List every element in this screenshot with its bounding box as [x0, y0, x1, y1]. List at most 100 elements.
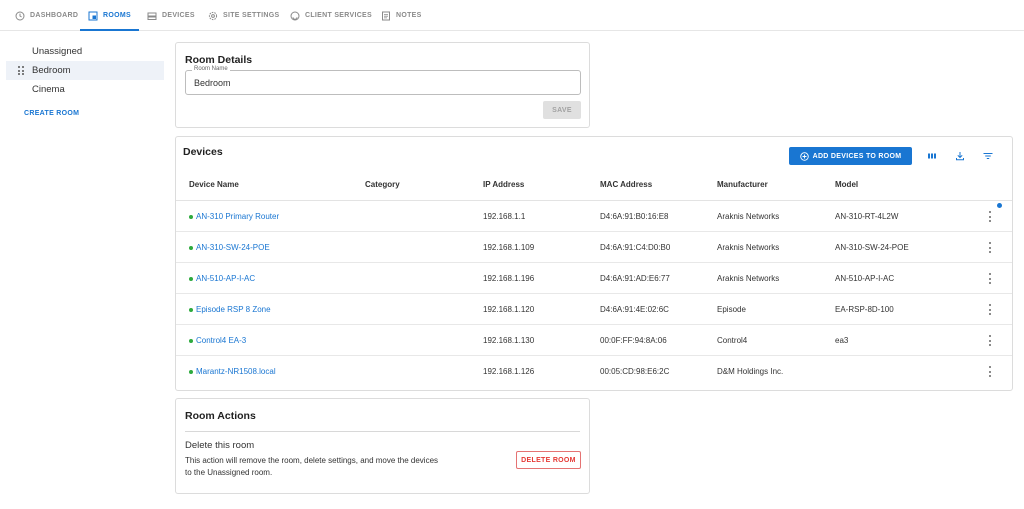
- table-row[interactable]: Marantz-NR1508.local 192.168.1.126 00:05:C…: [176, 356, 1012, 387]
- room-actions-title: Room Actions: [185, 410, 256, 422]
- device-model: ea3: [835, 336, 849, 345]
- device-ip: 192.168.1.126: [483, 367, 535, 376]
- column-header-ip[interactable]: IP Address: [483, 180, 524, 189]
- room-details-title: Room Details: [185, 54, 253, 66]
- device-model: AN-310-SW-24-POE: [835, 243, 909, 252]
- device-manufacturer: Episode: [717, 305, 746, 314]
- device-model: AN-510-AP-I-AC: [835, 274, 895, 283]
- more-options-icon[interactable]: [988, 335, 992, 346]
- tab-client-services-label: CLIENT SERVICES: [305, 12, 372, 19]
- tab-rooms-label: ROOMS: [103, 12, 131, 19]
- room-icon: [88, 11, 98, 20]
- device-manufacturer: Control4: [717, 336, 748, 345]
- status-online-icon: [189, 308, 193, 312]
- device-name-link[interactable]: AN-510-AP-I-AC: [196, 274, 255, 283]
- device-mac: 00:05:CD:98:E6:2C: [600, 367, 670, 376]
- device-name-link[interactable]: Control4 EA-3: [196, 336, 246, 345]
- device-name-link[interactable]: AN-310 Primary Router: [196, 212, 279, 221]
- table-row[interactable]: AN-310 Primary Router 192.168.1.1 D4:6A:91…: [176, 201, 1012, 232]
- room-name-field[interactable]: Room Name Bedroom: [185, 66, 581, 95]
- tab-devices[interactable]: DEVICES: [147, 0, 195, 31]
- sidebar-item-label: Unassigned: [32, 46, 83, 57]
- device-manufacturer: D&M Holdings Inc.: [717, 367, 784, 376]
- clock-icon: [15, 11, 25, 20]
- device-ip: 192.168.1.130: [483, 336, 535, 345]
- delete-room-heading: Delete this room: [185, 440, 255, 451]
- status-online-icon: [189, 215, 193, 219]
- download-icon[interactable]: [954, 150, 966, 162]
- divider: [185, 431, 580, 432]
- create-room-button[interactable]: CREATE ROOM: [24, 110, 79, 117]
- sidebar-item-cinema[interactable]: Cinema: [6, 80, 164, 99]
- table-row[interactable]: Episode RSP 8 Zone 192.168.1.120 D4:6A:91:…: [176, 294, 1012, 325]
- table-row[interactable]: AN-310-SW-24-POE 192.168.1.109 D4:6A:91:C4…: [176, 232, 1012, 263]
- device-ip: 192.168.1.120: [483, 305, 535, 314]
- column-header-model[interactable]: Model: [835, 180, 858, 189]
- device-mac: 00:0F:FF:94:8A:06: [600, 336, 667, 345]
- drag-handle-icon[interactable]: [18, 66, 26, 75]
- delete-room-button[interactable]: DELETE ROOM: [516, 451, 581, 469]
- device-manufacturer: Araknis Networks: [717, 274, 780, 283]
- status-online-icon: [189, 370, 193, 374]
- columns-icon[interactable]: [926, 150, 938, 162]
- sidebar-item-bedroom[interactable]: Bedroom: [6, 61, 164, 80]
- device-manufacturer: Araknis Networks: [717, 243, 780, 252]
- room-name-label: Room Name: [192, 66, 230, 72]
- status-online-icon: [189, 277, 193, 281]
- device-model: AN-310-RT-4L2W: [835, 212, 899, 221]
- status-online-icon: [189, 339, 193, 343]
- room-name-value: Bedroom: [194, 78, 231, 88]
- sidebar-item-label: Bedroom: [32, 65, 71, 76]
- tab-notes-label: NOTES: [396, 12, 422, 19]
- column-header-mac[interactable]: MAC Address: [600, 180, 652, 189]
- tab-notes[interactable]: NOTES: [381, 0, 422, 31]
- delete-room-description: This action will remove the room, delete…: [185, 456, 439, 477]
- more-options-icon[interactable]: [988, 304, 992, 315]
- device-manufacturer: Araknis Networks: [717, 212, 780, 221]
- room-actions-card: Room Actions Delete this room This actio…: [175, 398, 590, 494]
- tab-rooms[interactable]: ROOMS: [80, 0, 139, 31]
- more-options-icon[interactable]: [988, 242, 992, 253]
- tab-dashboard-label: DASHBOARD: [30, 12, 79, 19]
- more-options-icon[interactable]: [988, 273, 992, 284]
- device-name-link[interactable]: AN-310-SW-24-POE: [196, 243, 270, 252]
- column-header-device-name[interactable]: Device Name: [189, 180, 239, 189]
- headset-icon: [290, 11, 300, 20]
- sidebar-item-label: Cinema: [32, 84, 65, 95]
- table-row[interactable]: Control4 EA-3 192.168.1.130 00:0F:FF:94:8A…: [176, 325, 1012, 356]
- top-nav: DASHBOARD ROOMS DEVICES SITE SETTINGS CL…: [0, 0, 1024, 31]
- tab-client-services[interactable]: CLIENT SERVICES: [290, 0, 372, 31]
- devices-card: Devices ADD DEVICES TO ROOM Device Name …: [175, 136, 1013, 391]
- more-options-icon[interactable]: [988, 211, 992, 222]
- column-header-category[interactable]: Category: [365, 180, 400, 189]
- sidebar-item-unassigned[interactable]: Unassigned: [6, 42, 164, 61]
- add-devices-button[interactable]: ADD DEVICES TO ROOM: [789, 147, 912, 165]
- device-name-link[interactable]: Marantz-NR1508.local: [196, 367, 276, 376]
- plus-circle-icon: [799, 151, 809, 161]
- save-button[interactable]: SAVE: [543, 101, 581, 119]
- device-mac: D4:6A:91:C4:D0:B0: [600, 243, 671, 252]
- notes-icon: [382, 11, 390, 20]
- gear-icon: [208, 11, 218, 20]
- tab-site-settings-label: SITE SETTINGS: [223, 12, 280, 19]
- status-online-icon: [189, 246, 193, 250]
- device-mac: D4:6A:91:4E:02:6C: [600, 305, 669, 314]
- tab-devices-label: DEVICES: [162, 12, 195, 19]
- tab-dashboard[interactable]: DASHBOARD: [15, 0, 78, 31]
- column-header-manufacturer[interactable]: Manufacturer: [717, 180, 768, 189]
- device-ip: 192.168.1.1: [483, 212, 526, 221]
- device-mac: D4:6A:91:AD:E6:77: [600, 274, 670, 283]
- room-details-card: Room Details Room Name Bedroom SAVE: [175, 42, 590, 128]
- more-options-icon[interactable]: [988, 366, 992, 377]
- devices-title: Devices: [183, 146, 223, 158]
- device-ip: 192.168.1.109: [483, 243, 535, 252]
- device-ip: 192.168.1.196: [483, 274, 535, 283]
- add-devices-label: ADD DEVICES TO ROOM: [812, 152, 902, 160]
- device-model: EA-RSP-8D-100: [835, 305, 894, 314]
- tab-site-settings[interactable]: SITE SETTINGS: [208, 0, 279, 31]
- filter-icon[interactable]: [982, 150, 994, 162]
- devices-icon: [147, 12, 157, 20]
- table-row[interactable]: AN-510-AP-I-AC 192.168.1.196 D4:6A:91:AD:E…: [176, 263, 1012, 294]
- device-name-link[interactable]: Episode RSP 8 Zone: [196, 305, 271, 314]
- device-mac: D4:6A:91:B0:16:E8: [600, 212, 669, 221]
